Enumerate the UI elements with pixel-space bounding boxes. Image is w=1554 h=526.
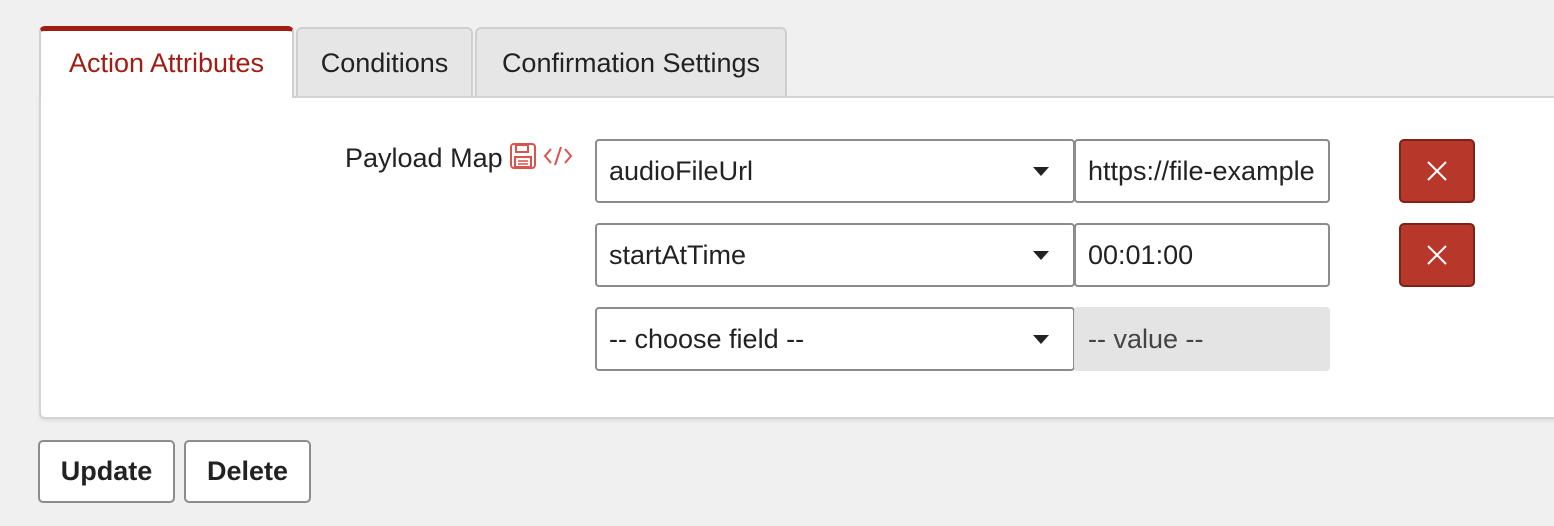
chevron-down-icon: [1033, 167, 1049, 176]
tab-action-attributes[interactable]: Action Attributes: [39, 26, 294, 98]
tab-bar: Action Attributes Conditions Confirmatio…: [39, 26, 789, 98]
field-select-value: audioFileUrl: [609, 155, 754, 186]
label-icons: [509, 142, 573, 170]
code-icon[interactable]: [543, 144, 573, 168]
payload-map-label-group: Payload Map: [345, 142, 573, 174]
remove-row-button[interactable]: [1399, 223, 1475, 287]
form-actions: Update Delete: [38, 440, 311, 503]
value-input[interactable]: [1074, 223, 1330, 287]
close-icon: [1427, 161, 1447, 181]
close-icon: [1427, 245, 1447, 265]
field-select-value: startAtTime: [609, 239, 747, 270]
delete-button[interactable]: Delete: [184, 440, 311, 503]
payload-map-label: Payload Map: [345, 143, 503, 173]
tab-conditions[interactable]: Conditions: [296, 27, 473, 98]
value-input[interactable]: [1074, 307, 1330, 371]
save-icon[interactable]: [509, 142, 537, 170]
tab-confirmation-settings[interactable]: Confirmation Settings: [475, 27, 787, 98]
field-select[interactable]: -- choose field --: [595, 307, 1075, 371]
remove-row-button[interactable]: [1399, 139, 1475, 203]
chevron-down-icon: [1033, 251, 1049, 260]
field-select[interactable]: startAtTime: [595, 223, 1075, 287]
update-button[interactable]: Update: [38, 440, 175, 503]
action-attributes-panel: Payload Map audioFileUrl https://file-ex…: [39, 96, 1554, 419]
field-select-value: -- choose field --: [609, 323, 805, 354]
value-input[interactable]: [1074, 139, 1330, 203]
field-select[interactable]: audioFileUrl: [595, 139, 1075, 203]
chevron-down-icon: [1033, 335, 1049, 344]
